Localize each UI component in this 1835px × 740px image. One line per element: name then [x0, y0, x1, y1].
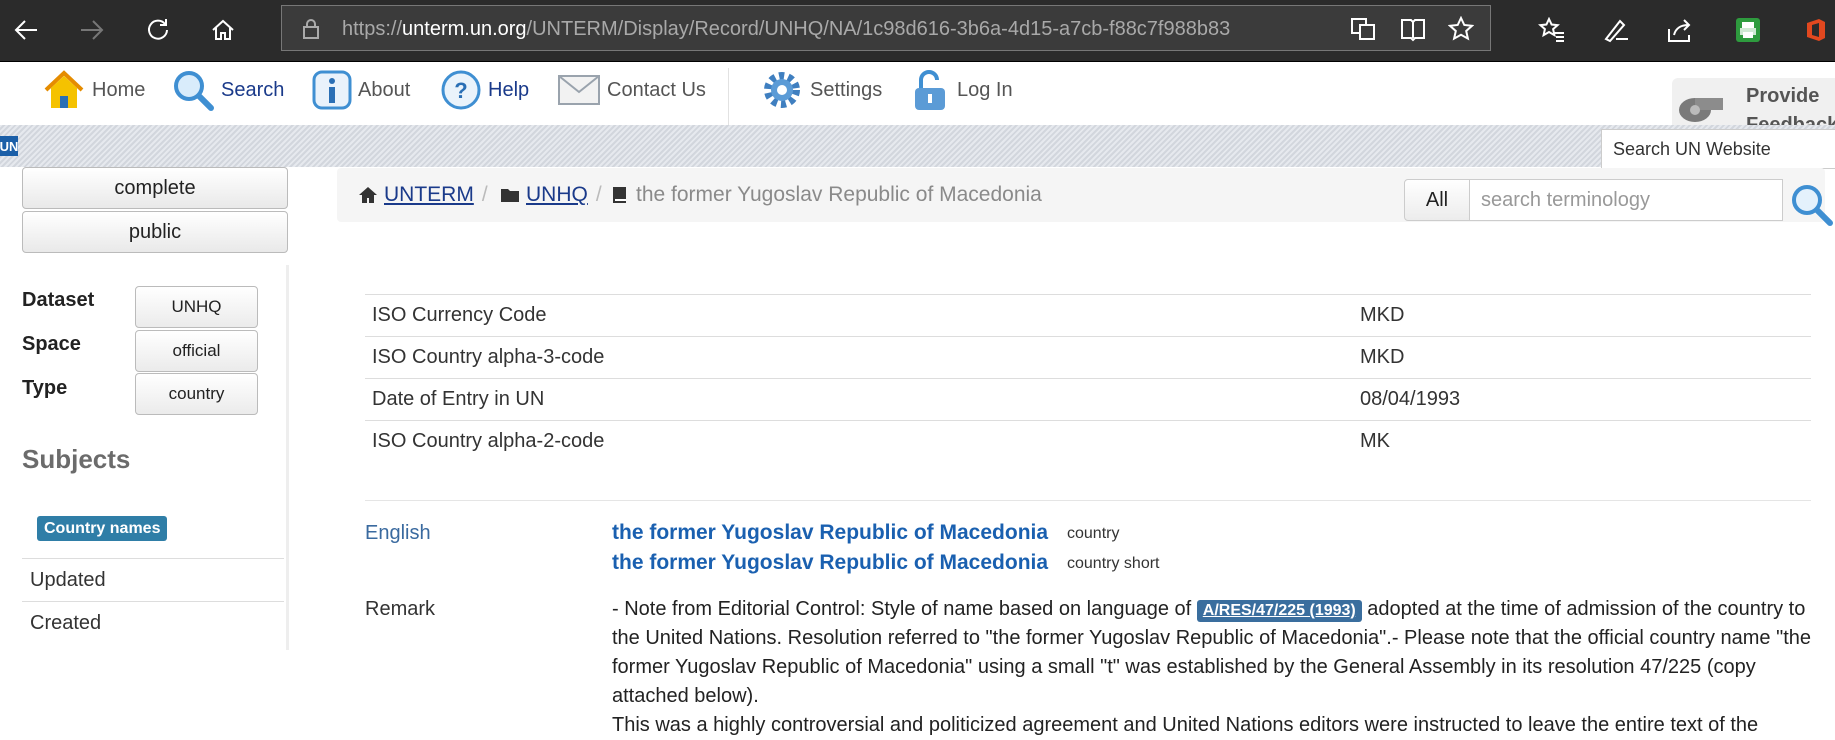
- nav-divider: [728, 68, 729, 126]
- property-label: Date of Entry in UN: [365, 378, 1353, 421]
- dataset-button[interactable]: UNHQ: [135, 286, 258, 328]
- public-button[interactable]: public: [22, 211, 288, 253]
- padlock-open-icon: [915, 70, 945, 110]
- table-row: ISO Country alpha-2-code MK: [365, 420, 1811, 463]
- breadcrumb-root[interactable]: UNTERM /: [358, 183, 488, 207]
- decorative-banner: [0, 125, 1835, 167]
- subjects-heading: Subjects: [22, 444, 131, 474]
- reading-view-icon[interactable]: [1400, 16, 1426, 42]
- property-label: ISO Currency Code: [365, 294, 1353, 337]
- address-bar[interactable]: https://unterm.un.org/UNTERM/Display/Rec…: [281, 5, 1491, 51]
- term-country[interactable]: the former Yugoslav Republic of Macedoni…: [612, 521, 1048, 545]
- remark-label: Remark: [365, 598, 436, 620]
- section-divider: [365, 500, 1811, 501]
- term-country-short[interactable]: the former Yugoslav Republic of Macedoni…: [612, 551, 1048, 575]
- favorites-list-icon[interactable]: [1536, 14, 1568, 46]
- type-button[interactable]: country: [135, 373, 258, 415]
- breadcrumb-current: the former Yugoslav Republic of Macedoni…: [612, 183, 1042, 207]
- table-row: Date of Entry in UN 08/04/1993: [365, 378, 1811, 421]
- resolution-link[interactable]: A/RES/47/225 (1993): [1196, 600, 1362, 622]
- language-label: English: [365, 522, 431, 544]
- search-icon[interactable]: [1789, 182, 1835, 228]
- subject-tag[interactable]: Country names: [37, 516, 168, 541]
- property-label: ISO Country alpha-3-code: [365, 336, 1353, 379]
- table-row: ISO Country alpha-3-code MKD: [365, 336, 1811, 379]
- terminology-search-input[interactable]: [1470, 179, 1783, 221]
- magnifier-icon: [174, 71, 214, 111]
- browser-toolbar: https://unterm.un.org/UNTERM/Display/Rec…: [0, 0, 1835, 62]
- space-label: Space: [22, 333, 81, 355]
- refresh-icon[interactable]: [142, 14, 174, 46]
- home-browser-icon[interactable]: [207, 14, 239, 46]
- updated-item: Updated: [22, 558, 284, 600]
- property-value: MK: [1353, 420, 1811, 463]
- translate-icon[interactable]: [1349, 16, 1377, 42]
- remark-text: - Note from Editorial Control: Style of …: [612, 598, 1812, 736]
- nav-contact[interactable]: Contact Us: [557, 68, 706, 112]
- forward-icon[interactable]: [76, 14, 108, 46]
- extension-printer-icon[interactable]: [1732, 14, 1764, 46]
- property-value: MKD: [1353, 336, 1811, 379]
- office-icon[interactable]: [1800, 14, 1832, 46]
- breadcrumb-dataset[interactable]: UNHQ /: [500, 183, 602, 207]
- info-icon: [312, 70, 352, 110]
- back-icon[interactable]: [10, 14, 42, 46]
- pen-icon[interactable]: [1600, 14, 1632, 46]
- table-row: ISO Currency Code MKD: [365, 294, 1811, 337]
- un-logo: UN: [0, 136, 18, 156]
- home-crumb-icon: [359, 187, 377, 203]
- search-un-website[interactable]: Search UN Website: [1601, 129, 1835, 169]
- nav-about[interactable]: About: [312, 68, 410, 112]
- nav-settings[interactable]: Settings: [760, 68, 882, 112]
- dataset-label: Dataset: [22, 289, 95, 311]
- nav-login[interactable]: Log In: [911, 68, 1013, 112]
- book-icon: [613, 187, 626, 203]
- url-text: https://unterm.un.org/UNTERM/Display/Rec…: [342, 18, 1231, 40]
- property-value: 08/04/1993: [1353, 378, 1811, 421]
- term-type: country: [1067, 525, 1120, 542]
- house-icon: [44, 70, 84, 108]
- whistle-icon: [1679, 98, 1723, 122]
- site-navigation: Home Search About ? Help Contact Us Sett…: [0, 62, 1835, 136]
- nav-home[interactable]: Home: [42, 68, 145, 112]
- help-question-icon: ?: [441, 70, 481, 110]
- folder-icon: [501, 189, 519, 202]
- gear-icon: [764, 72, 800, 108]
- share-icon[interactable]: [1664, 14, 1696, 46]
- envelope-icon: [558, 75, 600, 105]
- created-item: Created: [22, 601, 284, 643]
- nav-search[interactable]: Search: [171, 68, 284, 112]
- favorite-star-icon[interactable]: [1448, 16, 1474, 42]
- scope-all-button[interactable]: All: [1404, 179, 1470, 221]
- type-label: Type: [22, 377, 68, 399]
- lock-icon: [303, 19, 319, 39]
- properties-table: ISO Currency Code MKD ISO Country alpha-…: [365, 294, 1811, 463]
- complete-button[interactable]: complete: [22, 167, 288, 209]
- space-button[interactable]: official: [135, 330, 258, 372]
- sidebar-divider: [286, 265, 289, 650]
- svg-text:?: ?: [454, 78, 467, 103]
- property-value: MKD: [1353, 294, 1811, 337]
- nav-help[interactable]: ? Help: [440, 68, 529, 112]
- property-label: ISO Country alpha-2-code: [365, 420, 1353, 463]
- term-type: country short: [1067, 555, 1160, 572]
